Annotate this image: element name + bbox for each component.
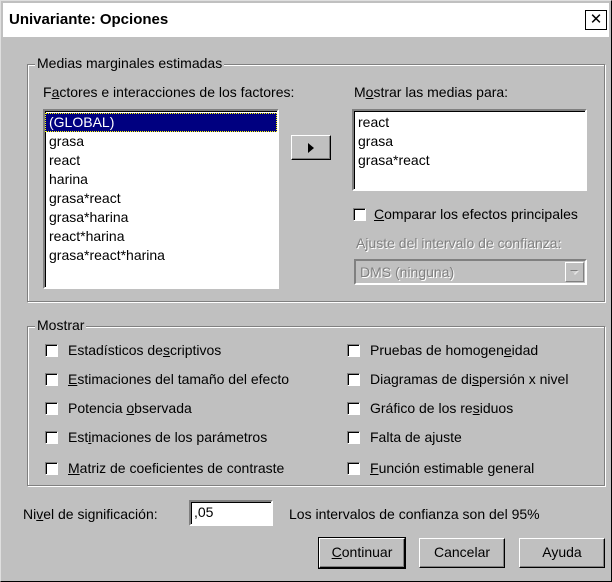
list-item[interactable]: (GLOBAL) xyxy=(45,113,277,132)
display-left-checkbox-label-4[interactable]: Matriz de coeficientes de contraste xyxy=(68,460,284,476)
display-left-checkbox-label-0[interactable]: Estadísticos descriptivos xyxy=(68,342,221,358)
options-dialog: Univariante: Opciones ✕ Medias marginale… xyxy=(0,0,612,582)
list-item[interactable]: react xyxy=(354,113,585,132)
display-left-checkbox-label-1[interactable]: Estimaciones del tamaño del efecto xyxy=(68,371,289,387)
factors-list[interactable]: (GLOBAL) grasa react harina grasa*react grasa… xyxy=(43,109,279,289)
ci-level-text: Los intervalos de confianza son del 95% xyxy=(289,506,540,522)
significance-label: Nivel de significación: xyxy=(23,506,158,522)
list-item[interactable]: grasa xyxy=(45,132,277,151)
right-arrow-icon xyxy=(308,143,314,153)
cancel-button[interactable]: Cancelar xyxy=(419,538,505,568)
display-left-checkbox-0[interactable] xyxy=(45,344,58,357)
ci-adjust-select[interactable]: DMS (ninguna) xyxy=(354,259,587,285)
display-group-label: Mostrar xyxy=(35,317,87,333)
ci-adjust-value: DMS (ninguna) xyxy=(360,264,455,280)
display-left-checkbox-label-2[interactable]: Potencia observada xyxy=(68,400,192,416)
display-left-checkbox-1[interactable] xyxy=(45,373,58,386)
display-means-list[interactable]: react grasa grasa*react xyxy=(352,109,587,191)
list-item[interactable]: grasa*react xyxy=(45,189,277,208)
continue-button[interactable]: Continuar xyxy=(318,537,406,569)
display-means-label: Mostrar las medias para: xyxy=(354,84,509,100)
emm-group-label: Medias marginales estimadas xyxy=(35,55,225,71)
compare-main-effects-checkbox[interactable] xyxy=(353,208,366,221)
factors-label: Factores e interacciones de los factores… xyxy=(43,84,295,100)
display-right-checkbox-label-0[interactable]: Pruebas de homogeneidad xyxy=(370,342,538,358)
display-right-checkbox-2[interactable] xyxy=(347,402,360,415)
window-title: Univariante: Opciones xyxy=(9,11,169,28)
significance-input[interactable]: ,05 xyxy=(189,500,273,526)
display-right-checkbox-3[interactable] xyxy=(347,431,360,444)
display-left-checkbox-4[interactable] xyxy=(45,462,58,475)
list-item[interactable]: grasa*react*harina xyxy=(45,246,277,265)
chevron-down-icon xyxy=(570,270,579,275)
display-right-checkbox-label-3[interactable]: Falta de ajuste xyxy=(370,429,462,445)
display-left-checkbox-3[interactable] xyxy=(45,431,58,444)
help-button[interactable]: Ayuda xyxy=(519,538,605,568)
display-right-checkbox-label-2[interactable]: Gráfico de los residuos xyxy=(370,400,513,416)
display-left-checkbox-label-3[interactable]: Estimaciones de los parámetros xyxy=(68,429,267,445)
display-right-checkbox-label-1[interactable]: Diagramas de dispersión x nivel xyxy=(370,371,568,387)
dropdown-arrow-button[interactable] xyxy=(565,262,584,282)
close-icon[interactable]: ✕ xyxy=(585,10,607,30)
list-item[interactable]: grasa*react xyxy=(354,151,585,170)
display-left-checkbox-2[interactable] xyxy=(45,402,58,415)
move-to-display-means-button[interactable] xyxy=(291,135,331,160)
list-item[interactable]: harina xyxy=(45,170,277,189)
list-item[interactable]: grasa xyxy=(354,132,585,151)
list-item[interactable]: react*harina xyxy=(45,227,277,246)
compare-main-effects-label[interactable]: Comparar los efectos principales xyxy=(374,206,578,222)
list-item[interactable]: react xyxy=(45,151,277,170)
list-item[interactable]: grasa*harina xyxy=(45,208,277,227)
display-right-checkbox-0[interactable] xyxy=(347,344,360,357)
display-right-checkbox-1[interactable] xyxy=(347,373,360,386)
ci-adjust-label: Ajuste del intervalo de confianza: xyxy=(356,235,562,251)
display-right-checkbox-4[interactable] xyxy=(347,462,360,475)
display-right-checkbox-label-4[interactable]: Función estimable general xyxy=(370,460,534,476)
title-bar: Univariante: Opciones ✕ xyxy=(3,3,609,37)
